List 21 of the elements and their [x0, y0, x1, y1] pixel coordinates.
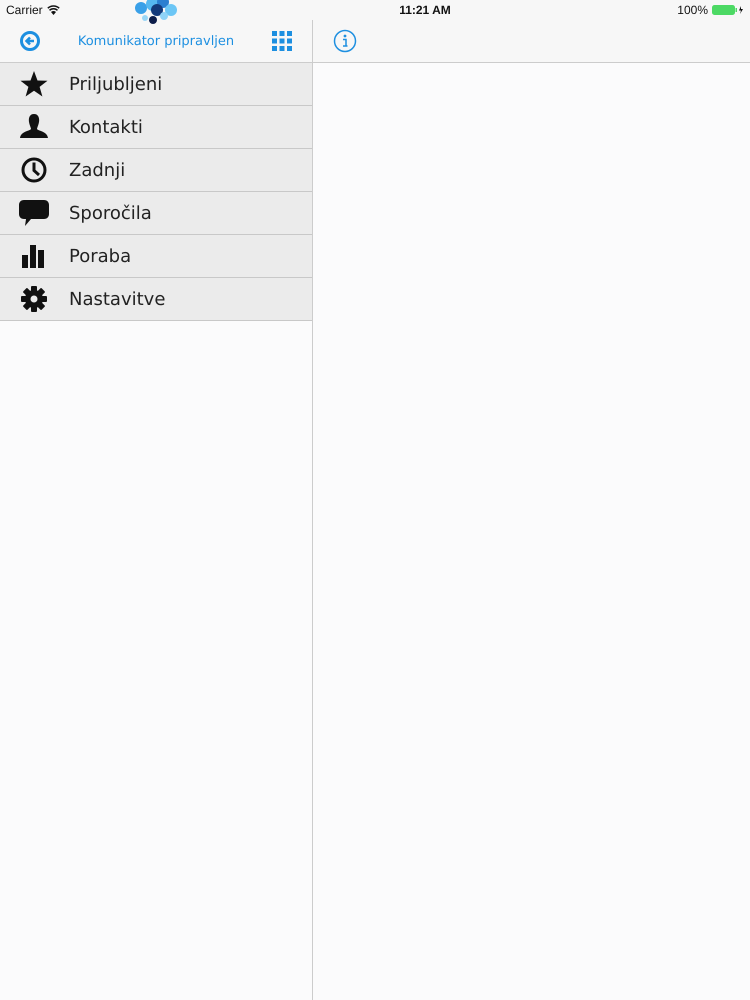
- menu-item[interactable]: Nastavitve: [0, 278, 312, 321]
- gear-icon: [19, 285, 49, 313]
- menu-item[interactable]: Sporočila: [0, 192, 312, 235]
- star-icon: [19, 70, 49, 98]
- chat-icon: [19, 199, 49, 227]
- wifi-icon: [46, 5, 60, 15]
- battery-icon: [712, 5, 744, 15]
- menu-item[interactable]: Priljubljeni: [0, 63, 312, 106]
- menu-item[interactable]: Poraba: [0, 235, 312, 278]
- clock-icon: [19, 156, 49, 184]
- nav-title: Komunikator pripravljen: [78, 34, 234, 48]
- info-icon[interactable]: [333, 29, 357, 53]
- status-time: 11:21 AM: [399, 3, 451, 17]
- menu-item[interactable]: Kontakti: [0, 106, 312, 149]
- back-icon[interactable]: [20, 31, 40, 51]
- menu-item[interactable]: Zadnji: [0, 149, 312, 192]
- logo-icon: [133, 0, 179, 26]
- carrier-label: Carrier: [6, 3, 43, 17]
- person-icon: [19, 113, 49, 141]
- grid-icon[interactable]: [272, 31, 292, 51]
- battery-percent: 100%: [677, 3, 708, 17]
